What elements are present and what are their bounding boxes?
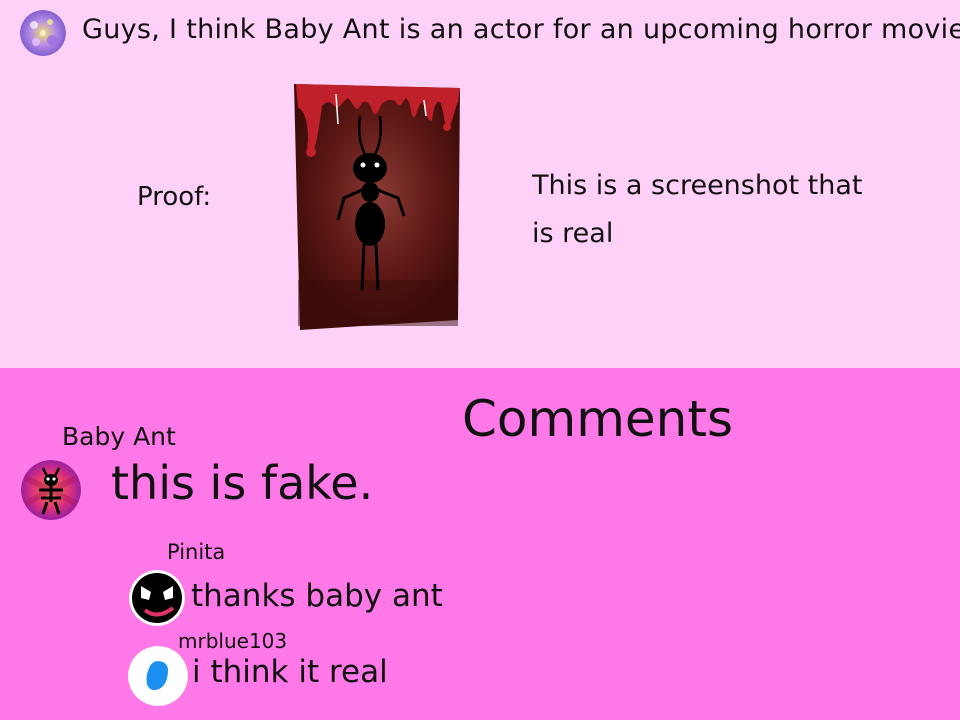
comment-text: this is fake. (111, 456, 374, 510)
post-caption: This is a screenshot that is real (532, 170, 863, 249)
comment-text: i think it real (192, 654, 388, 690)
blue-blob-avatar-icon[interactable] (128, 646, 188, 706)
comment-username[interactable]: Baby Ant (62, 422, 176, 451)
galaxy-avatar-icon[interactable] (20, 10, 66, 56)
comment-text: thanks baby ant (191, 578, 443, 614)
angry-face-avatar-icon[interactable] (129, 570, 185, 626)
comments-title: Comments (462, 390, 734, 448)
comment-username[interactable]: mrblue103 (178, 629, 287, 653)
horror-ant-poster-image (286, 80, 462, 334)
proof-label: Proof: (137, 182, 212, 212)
comments-section: Comments Baby Ant this is fake. Pinita t… (0, 368, 960, 720)
ant-avatar-icon[interactable] (21, 460, 81, 520)
post-title: Guys, I think Baby Ant is an actor for a… (82, 14, 960, 45)
post-section: Guys, I think Baby Ant is an actor for a… (0, 0, 960, 368)
comment-username[interactable]: Pinita (167, 540, 225, 564)
